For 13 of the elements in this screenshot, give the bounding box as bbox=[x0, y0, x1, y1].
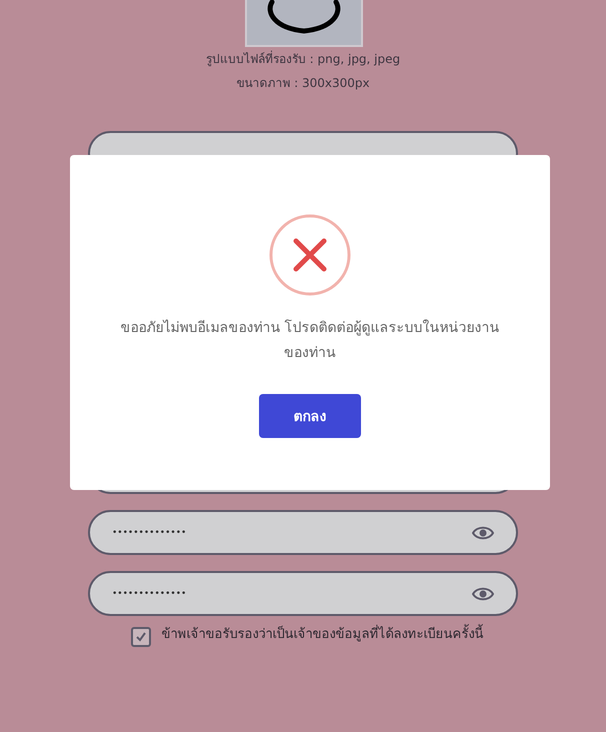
image-size-hint: ขนาดภาพ : 300x300px bbox=[236, 75, 370, 92]
eye-icon[interactable] bbox=[472, 586, 494, 600]
dialog-message: ขออภัยไม่พบอีเมลของท่าน โปรดติดต่อผู้ดูแลระบบในหน่วยงานของท่าน bbox=[119, 318, 501, 363]
ok-button[interactable]: ตกลง bbox=[259, 394, 361, 438]
error-icon bbox=[269, 214, 351, 296]
avatar-placeholder[interactable] bbox=[245, 0, 363, 47]
eye-icon[interactable] bbox=[472, 526, 494, 540]
file-format-hint: รูปแบบไฟล์ที่รองรับ : png, jpg, jpeg bbox=[206, 50, 400, 68]
consent-label: ข้าพเจ้าขอรับรองว่าเป็นเจ้าของข้อมูลที่ได้ลงทะเบียนครั้งนี้ bbox=[162, 624, 484, 646]
checkmark-icon bbox=[134, 630, 148, 644]
consent-checkbox[interactable] bbox=[130, 627, 150, 647]
password-field[interactable]: •••••••••••••• bbox=[88, 510, 518, 555]
password-field[interactable]: •••••••••••••• bbox=[88, 571, 518, 616]
